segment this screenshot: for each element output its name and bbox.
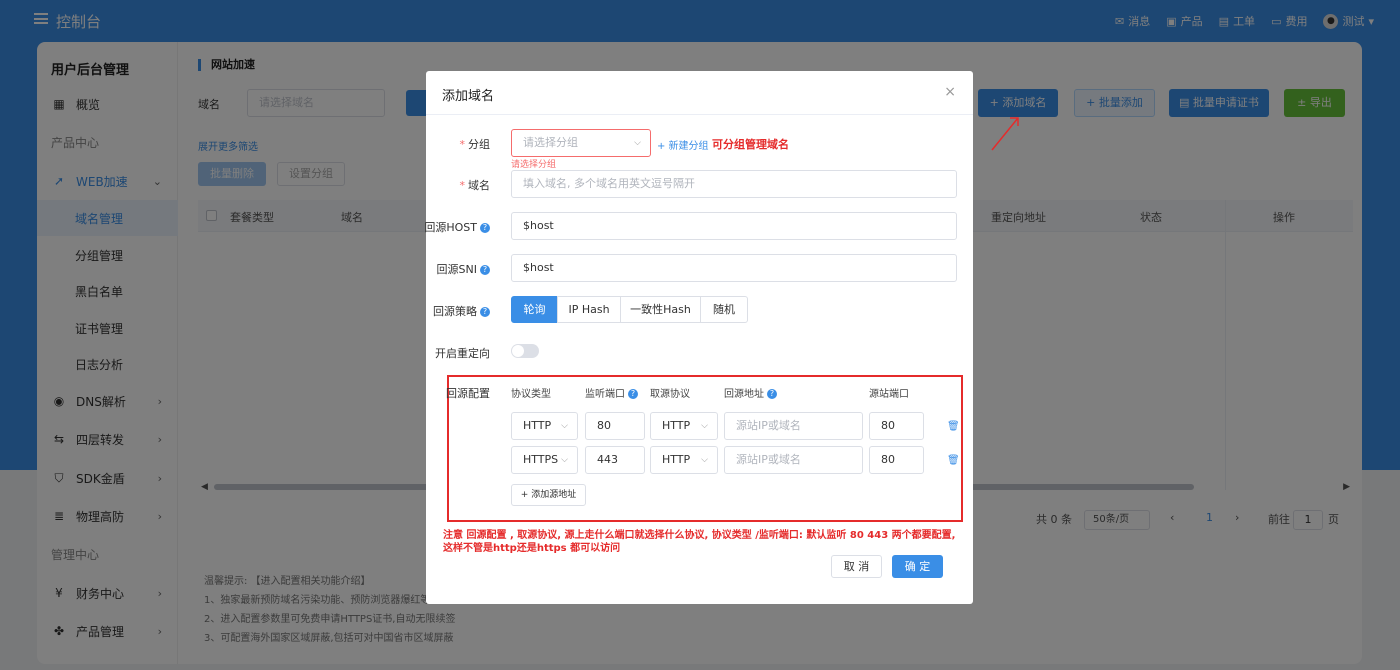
cancel-button[interactable]: 取 消: [831, 555, 882, 578]
domain-label: * 域名: [459, 179, 491, 192]
origin-annotation-note: 注意 回源配置 , 取源协议, 源上走什么端口就选择什么协议, 协议类型 /监听…: [443, 530, 956, 554]
strategy-label: 回源策略?: [410, 303, 490, 319]
src-port-input[interactable]: 80: [869, 412, 924, 440]
src-port-input[interactable]: 80: [869, 446, 924, 474]
redirect-label: 开启重定向: [435, 347, 490, 360]
redirect-toggle[interactable]: [511, 344, 539, 358]
col-addr: 回源地址?: [724, 385, 777, 400]
sni-input[interactable]: $host: [511, 254, 957, 282]
strategy-iphash[interactable]: IP Hash: [557, 296, 621, 323]
help-icon: ?: [480, 265, 490, 275]
col-src-port: 源站端口: [869, 389, 909, 400]
host-input[interactable]: $host: [511, 212, 957, 240]
annotation-arrow-icon: [991, 117, 1019, 151]
src-proto-select[interactable]: HTTP ⌵: [650, 412, 718, 440]
new-group-link[interactable]: + 新建分组: [657, 137, 709, 152]
sni-label: 回源SNI?: [410, 261, 490, 277]
origin-addr-input[interactable]: 源站IP或域名: [724, 446, 863, 474]
help-icon: ?: [480, 223, 490, 233]
group-label: * 分组: [459, 138, 491, 151]
strategy-random[interactable]: 随机: [700, 296, 748, 323]
listen-port-input[interactable]: 443: [585, 446, 645, 474]
origin-label: 回源配置: [446, 387, 490, 400]
chevron-down-icon: ⌵: [701, 455, 708, 465]
group-annotation: 可分组管理域名: [712, 138, 789, 151]
group-select[interactable]: 请选择分组 ⌵: [511, 129, 651, 157]
trash-icon[interactable]: 🗑: [947, 455, 960, 466]
add-domain-dialog: 添加域名 × * 分组 请选择分组 ⌵ + 新建分组 可分组管理域名 请选择分组 *…: [424, 71, 973, 604]
col-proto: 协议类型: [511, 389, 551, 400]
strategy-consistent[interactable]: 一致性Hash: [620, 296, 701, 323]
trash-icon[interactable]: 🗑: [947, 421, 960, 432]
dialog-title: 添加域名: [442, 89, 495, 104]
help-icon: ?: [480, 307, 490, 317]
src-proto-select[interactable]: HTTP ⌵: [650, 446, 718, 474]
chevron-down-icon: ⌵: [634, 138, 641, 148]
col-listen: 监听端口?: [585, 385, 638, 400]
host-label: 回源HOST?: [410, 219, 490, 235]
col-src-proto: 取源协议: [650, 389, 690, 400]
group-error: 请选择分组: [511, 160, 557, 170]
proto-select[interactable]: HTTP ⌵: [511, 412, 578, 440]
chevron-down-icon: ⌵: [561, 421, 568, 431]
help-icon: ?: [628, 389, 638, 399]
close-icon[interactable]: ×: [944, 84, 956, 100]
add-origin-button[interactable]: + 添加源地址: [511, 484, 586, 506]
chevron-down-icon: ⌵: [561, 455, 568, 465]
listen-port-input[interactable]: 80: [585, 412, 645, 440]
origin-addr-input[interactable]: 源站IP或域名: [724, 412, 863, 440]
dialog-divider: [426, 114, 973, 115]
confirm-button[interactable]: 确 定: [892, 555, 943, 578]
help-icon: ?: [767, 389, 777, 399]
strategy-roundrobin[interactable]: 轮询: [511, 296, 558, 323]
chevron-down-icon: ⌵: [701, 421, 708, 431]
proto-select[interactable]: HTTPS ⌵: [511, 446, 578, 474]
domain-input[interactable]: 填入域名, 多个域名用英文逗号隔开: [511, 170, 957, 198]
